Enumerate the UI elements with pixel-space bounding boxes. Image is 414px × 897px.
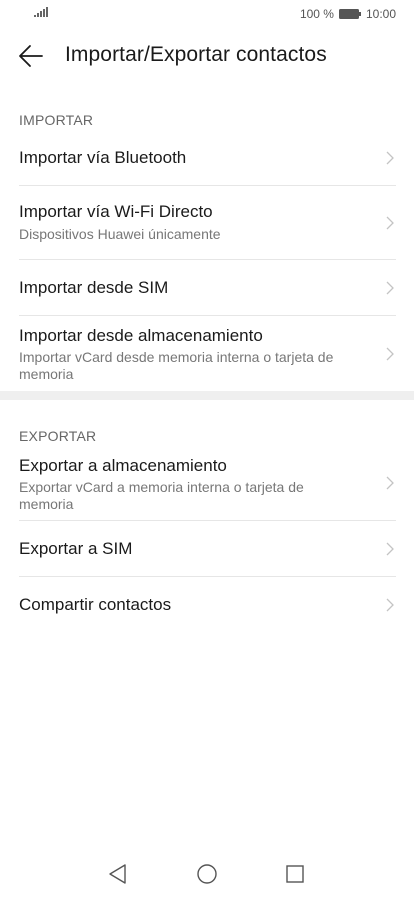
section-header-import: IMPORTAR [19,112,94,128]
navigation-bar [0,852,414,897]
section-divider [0,391,414,400]
item-subtitle: Exportar vCard a memoria interna o tarje… [19,479,304,512]
chevron-right-icon [386,347,394,360]
back-arrow-icon[interactable] [18,43,44,69]
status-bar: 100 % 10:00 [0,0,414,30]
battery-percentage: 100 % [299,7,334,21]
chevron-right-icon [386,151,394,164]
signal-icon [34,7,48,17]
item-title: Importar desde almacenamiento [19,326,263,345]
triangle-back-icon[interactable] [106,862,130,886]
item-title: Exportar a SIM [19,539,133,558]
import-storage-item[interactable]: Importar desde almacenamiento Importar v… [19,316,396,391]
item-title: Importar vía Wi-Fi Directo [19,202,213,221]
square-recents-icon[interactable] [283,862,307,886]
chevron-right-icon [386,281,394,294]
import-wifi-direct-item[interactable]: Importar vía Wi-Fi Directo Dispositivos … [19,186,396,260]
chevron-right-icon [386,598,394,612]
chevron-right-icon [386,542,394,555]
settings-list: IMPORTAR Importar vía Bluetooth Importar… [0,84,414,633]
item-title: Exportar a almacenamiento [19,456,227,475]
status-right: 100 % 10:00 [300,7,396,21]
section-header-export: EXPORTAR [19,428,97,444]
item-title: Compartir contactos [19,595,172,614]
item-title: Importar desde SIM [19,278,169,297]
app-bar: Importar/Exportar contactos [0,30,414,82]
clock: 10:00 [365,7,396,21]
battery-icon [338,9,361,19]
item-subtitle: Importar vCard desde memoria interna o t… [19,349,334,382]
import-sim-item[interactable]: Importar desde SIM [19,260,396,316]
export-sim-item[interactable]: Exportar a SIM [19,521,396,577]
export-storage-item[interactable]: Exportar a almacenamiento Exportar vCard… [19,446,396,521]
import-bluetooth-item[interactable]: Importar vía Bluetooth [19,130,396,186]
chevron-right-icon [386,476,394,490]
page-title: Importar/Exportar contactos [65,43,327,66]
chevron-right-icon [386,216,394,229]
circle-home-icon[interactable] [195,862,219,886]
item-subtitle: Dispositivos Huawei únicamente [19,226,221,242]
item-title: Importar vía Bluetooth [19,148,187,167]
share-contacts-item[interactable]: Compartir contactos [19,577,396,633]
